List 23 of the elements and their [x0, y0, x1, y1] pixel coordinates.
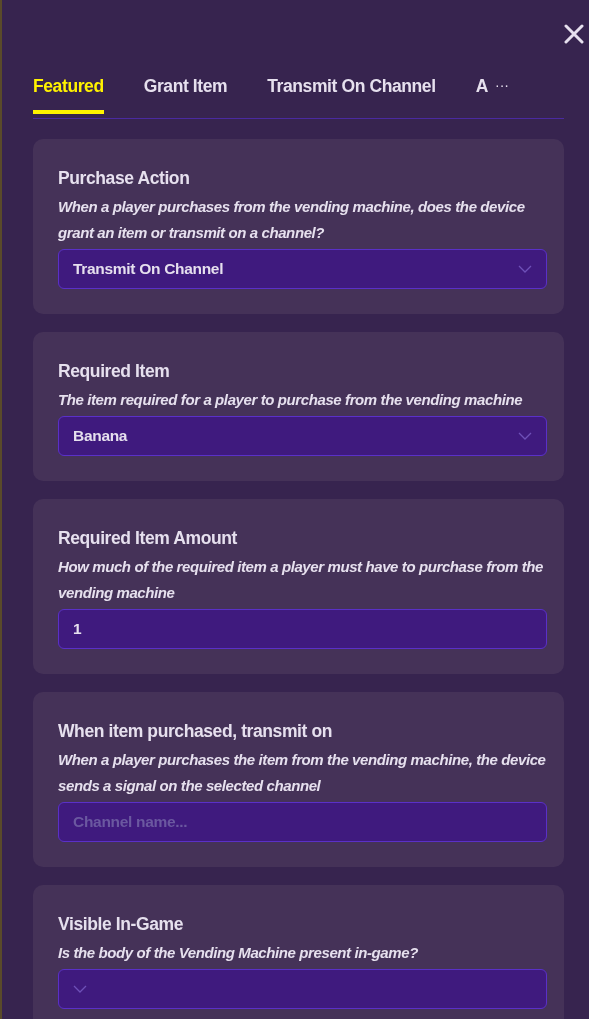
setting-description: The item required for a player to purchase from the vending machine [58, 390, 524, 410]
chevron-down-icon [518, 432, 532, 440]
setting-title: Required Item [58, 361, 171, 382]
setting-description: When a player purchases from the vending machine, does the device grant an item or transmit on a channel? [58, 197, 526, 243]
input-field[interactable]: 1 [58, 609, 547, 649]
dropdown[interactable]: Transmit On Channel [58, 249, 547, 289]
setting-title: When item purchased, transmit on [58, 721, 334, 742]
input-field[interactable]: Channel name... [58, 802, 547, 842]
setting-title: Visible In-Game [58, 914, 184, 935]
close-icon[interactable] [564, 24, 584, 44]
setting-description: How much of the required item a player must have to purchase from the vending machine [58, 557, 544, 603]
tab[interactable]: Featured [33, 76, 104, 114]
chevron-down-icon [73, 985, 87, 993]
setting-title: Purchase Action [58, 168, 191, 189]
tab[interactable]: Grant Item [143, 76, 228, 114]
setting-description: When a player purchases the item from the vending machine, the device sends a signal on the selected channel [58, 750, 547, 796]
dropdown[interactable]: Banana [58, 416, 547, 456]
setting-description: Is the body of the Vending Machine present in-game? [58, 943, 419, 963]
more-button[interactable]: ··· [495, 76, 509, 94]
chevron-down-icon [518, 265, 532, 273]
tab[interactable]: Transmit On Channel [267, 76, 436, 114]
setting-title: Required Item Amount [58, 528, 238, 549]
tab[interactable]: A [475, 76, 488, 114]
